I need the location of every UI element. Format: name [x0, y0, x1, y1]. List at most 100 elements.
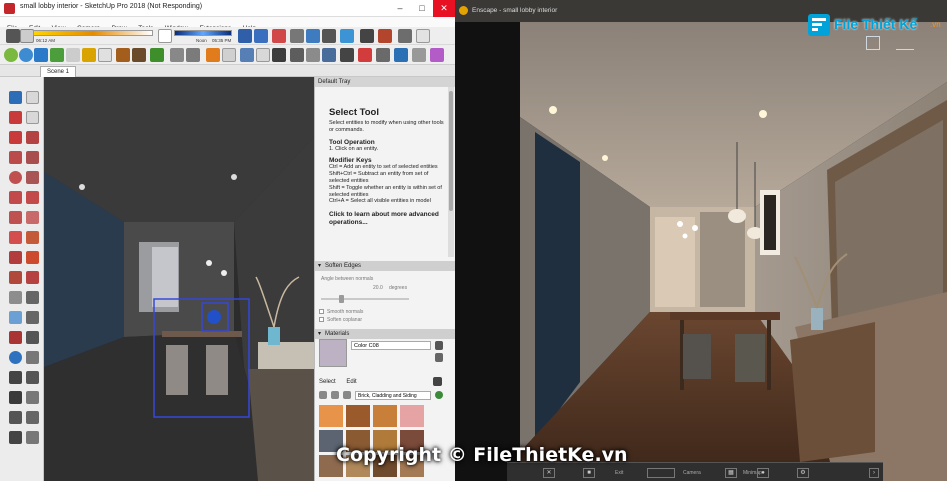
- zoom-window-icon[interactable]: [26, 371, 39, 384]
- orbit-tool-icon[interactable]: [9, 351, 22, 364]
- text-tool-icon[interactable]: [26, 311, 39, 324]
- shadow-date-slider[interactable]: [33, 30, 153, 36]
- eyedropper-icon[interactable]: [433, 377, 442, 386]
- material-swatch[interactable]: [346, 405, 370, 427]
- tray-scroll-thumb[interactable]: [449, 91, 453, 211]
- cube-icon[interactable]: [866, 36, 880, 50]
- section-tool-icon[interactable]: [26, 431, 39, 444]
- smooth-normals-checkbox[interactable]: [319, 309, 324, 314]
- learn-more-link[interactable]: Click to learn about more advanced opera…: [329, 211, 447, 227]
- enscape-start-icon[interactable]: [394, 48, 408, 62]
- material-name-field[interactable]: Color C08: [351, 341, 431, 350]
- sync-icon[interactable]: [412, 48, 426, 62]
- previous-view-icon[interactable]: [26, 391, 39, 404]
- layer-icon[interactable]: [98, 48, 112, 62]
- box-icon[interactable]: [132, 48, 146, 62]
- group-icon[interactable]: [290, 29, 304, 43]
- material-swatch[interactable]: [319, 405, 343, 427]
- make-component-icon[interactable]: [26, 91, 39, 104]
- zoom-extents-icon[interactable]: [9, 391, 22, 404]
- tray-scrollbar[interactable]: [448, 87, 454, 257]
- settings-icon[interactable]: [416, 29, 430, 43]
- print-icon[interactable]: [306, 48, 320, 62]
- orbit-icon[interactable]: [19, 48, 33, 62]
- section-plane-icon[interactable]: [398, 29, 412, 43]
- angle-slider-knob[interactable]: [339, 295, 344, 303]
- pushpull-tool-icon[interactable]: [26, 231, 39, 244]
- photo-icon[interactable]: [290, 48, 304, 62]
- walk-icon[interactable]: [378, 29, 392, 43]
- dimension-icon[interactable]: [240, 48, 254, 62]
- tree-icon[interactable]: [150, 48, 164, 62]
- soften-coplanar-checkbox[interactable]: [319, 317, 324, 322]
- freehand-tool-icon[interactable]: [26, 131, 39, 144]
- materials-header[interactable]: Materials: [315, 329, 456, 339]
- back-icon[interactable]: [319, 391, 327, 399]
- text-icon[interactable]: [256, 48, 270, 62]
- move-tool-icon[interactable]: [9, 231, 22, 244]
- component-icon[interactable]: [82, 48, 96, 62]
- axes-tool-icon[interactable]: [9, 331, 22, 344]
- rotated-rect-tool-icon[interactable]: [26, 151, 39, 164]
- scale-tool-icon[interactable]: [9, 271, 22, 284]
- protractor-tool-icon[interactable]: [9, 311, 22, 324]
- arc-tool-icon[interactable]: [9, 191, 22, 204]
- material-library-select[interactable]: Brick, Cladding and Siding: [355, 391, 431, 400]
- look-around-icon[interactable]: [26, 411, 39, 424]
- 3d-text-tool-icon[interactable]: [26, 331, 39, 344]
- standard-view-iso-icon[interactable]: [238, 29, 252, 43]
- style-shaded-icon[interactable]: [340, 29, 354, 43]
- globe-icon[interactable]: [34, 48, 48, 62]
- paint-bucket-icon[interactable]: [272, 29, 286, 43]
- walk-tool-icon[interactable]: [9, 431, 22, 444]
- material-swatch[interactable]: [400, 405, 424, 427]
- speaker-icon[interactable]: [170, 48, 184, 62]
- film-icon[interactable]: [376, 48, 390, 62]
- pie-tool-icon[interactable]: [9, 211, 22, 224]
- polygon-tool-icon[interactable]: [26, 171, 39, 184]
- material-icon[interactable]: [116, 48, 130, 62]
- home-icon[interactable]: [343, 391, 351, 399]
- zoom-tool-icon[interactable]: [9, 371, 22, 384]
- view-icon[interactable]: ■: [583, 468, 595, 478]
- capture-icon[interactable]: ●: [757, 468, 769, 478]
- followme-tool-icon[interactable]: [26, 251, 39, 264]
- grid-icon[interactable]: [186, 48, 200, 62]
- pan-tool-icon[interactable]: [26, 351, 39, 364]
- position-camera-icon[interactable]: [9, 411, 22, 424]
- eraser-tool-icon[interactable]: [9, 111, 22, 124]
- close-button[interactable]: ✕: [433, 0, 455, 17]
- save-icon[interactable]: [322, 48, 336, 62]
- style-wireframe-icon[interactable]: [322, 29, 336, 43]
- shadow-time-icon[interactable]: [158, 29, 172, 43]
- minimize-button[interactable]: –: [389, 0, 411, 17]
- three-point-arc-icon[interactable]: [26, 211, 39, 224]
- tape-icon[interactable]: [20, 29, 34, 43]
- maximize-button[interactable]: □: [411, 0, 433, 17]
- material-swatch[interactable]: [373, 405, 397, 427]
- camera-field[interactable]: [647, 468, 675, 478]
- eraser-icon[interactable]: [6, 29, 20, 43]
- tab-select[interactable]: Select: [319, 379, 336, 385]
- paint-tool-icon[interactable]: [26, 111, 39, 124]
- ruler-icon[interactable]: [66, 48, 80, 62]
- scene-icon[interactable]: [272, 48, 286, 62]
- render-icon[interactable]: [340, 48, 354, 62]
- line-tool-icon[interactable]: [9, 131, 22, 144]
- note-icon[interactable]: [222, 48, 236, 62]
- scene-tab-1[interactable]: Scene 1: [40, 66, 77, 77]
- standard-view-top-icon[interactable]: [254, 29, 268, 43]
- settings-icon[interactable]: ⚙: [797, 468, 809, 478]
- enscape-render-view[interactable]: [455, 22, 947, 481]
- tape-tool-icon[interactable]: [9, 291, 22, 304]
- default-material-icon[interactable]: [435, 353, 443, 362]
- offset-tool-icon[interactable]: [26, 271, 39, 284]
- compass-icon[interactable]: [896, 36, 914, 50]
- circle-tool-icon[interactable]: [9, 171, 22, 184]
- details-icon[interactable]: [435, 391, 443, 399]
- soften-edges-header[interactable]: Soften Edges: [315, 261, 456, 271]
- style-xray-icon[interactable]: [306, 29, 320, 43]
- eye-icon[interactable]: [430, 48, 444, 62]
- shadow-time-slider[interactable]: [174, 30, 232, 36]
- tab-edit[interactable]: Edit: [346, 379, 356, 385]
